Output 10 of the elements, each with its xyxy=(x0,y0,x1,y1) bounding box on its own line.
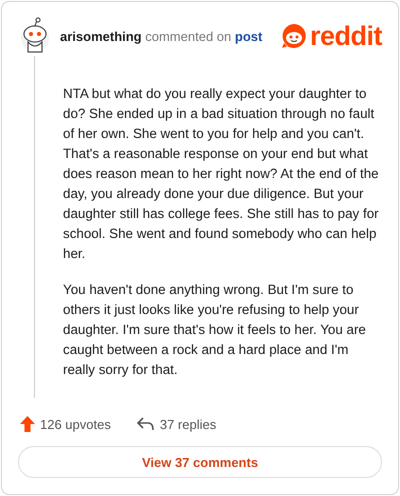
upvote-count: 126 upvotes xyxy=(40,416,111,432)
logo-text: reddit xyxy=(310,20,382,52)
upvote-icon[interactable] xyxy=(20,416,35,432)
view-comments-button[interactable]: View 37 comments xyxy=(18,446,382,478)
comment-byline: arisomething commented on post xyxy=(60,28,264,44)
reddit-logo-icon xyxy=(280,23,307,49)
comment-paragraph: NTA but what do you really expect your daughter to do? She ended up in a bad situation through no fault of her own. She went to you for help and you can't. That's a reasonable response on your end but what does reason mean to her right now? At the end of the day, you already done your due diligence. But your daughter still has college fees. She still has to pay for school. She went and found somebody who can help her. xyxy=(63,85,380,263)
comment-paragraph: You haven't done anything wrong. But I'm sure to others it just looks like you're refusing to help your daughter. I'm sure that's how it feels to her. You are caught between a rock and a hard place and I'm really sorry for that. xyxy=(63,281,367,379)
reply-count: 37 replies xyxy=(160,416,216,432)
reply-icon[interactable] xyxy=(136,417,155,431)
